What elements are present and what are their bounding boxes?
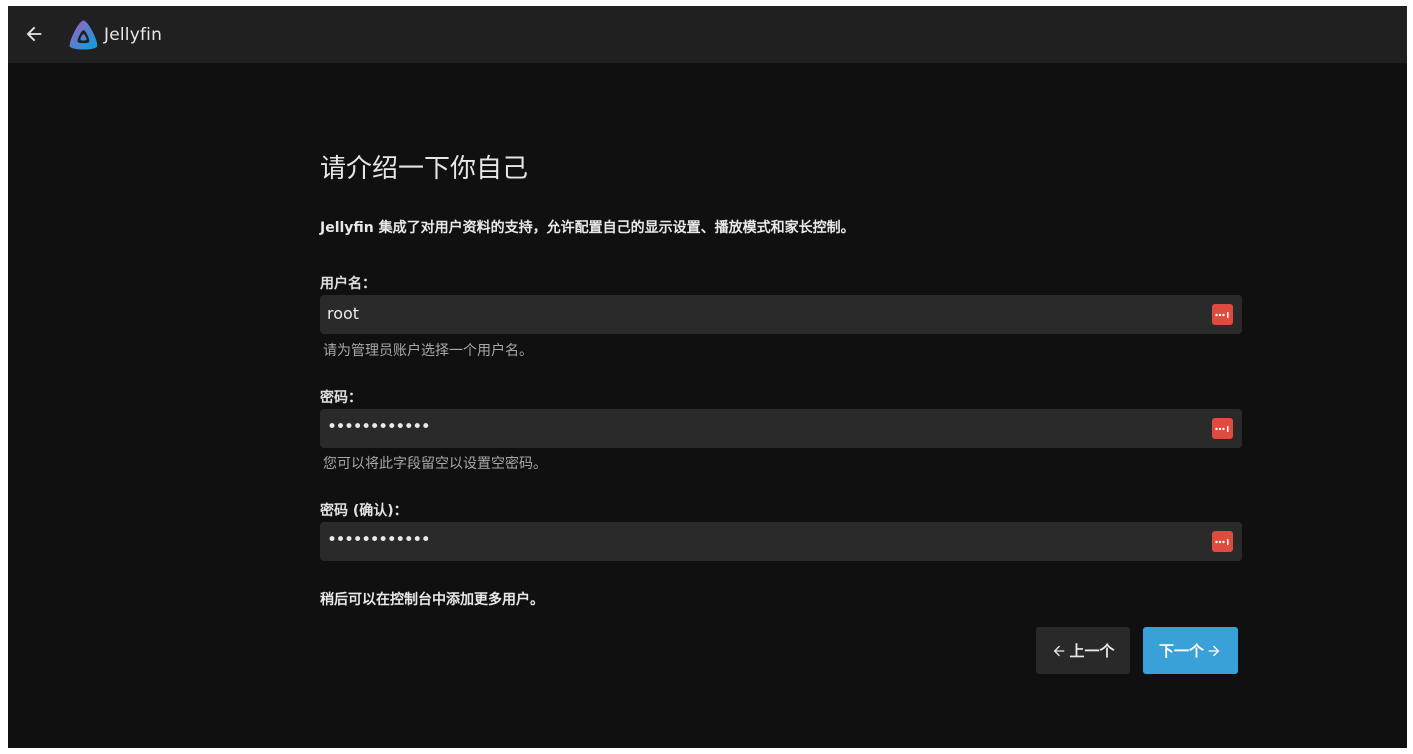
arrow-left-icon (26, 26, 42, 42)
previous-button-label: 上一个 (1069, 642, 1115, 660)
arrow-left-icon (1054, 645, 1065, 656)
password-confirm-value: •••••••••••• (327, 530, 431, 550)
password-manager-icon[interactable] (1212, 418, 1233, 439)
intro-text: Jellyfin 集成了对用户资料的支持，允许配置自己的显示设置、播放模式和家长… (320, 220, 855, 236)
page-title: 请介绍一下你自己 (320, 154, 529, 184)
password-manager-icon[interactable] (1212, 531, 1233, 552)
header-bar: Jellyfin (8, 6, 1407, 63)
jellyfin-logo-icon (69, 20, 98, 50)
next-button-label: 下一个 (1158, 642, 1204, 660)
username-helper: 请为管理员账户选择一个用户名。 (323, 343, 533, 359)
username-value: root (327, 304, 360, 323)
username-label: 用户名： (320, 276, 376, 292)
footnote-text: 稍后可以在控制台中添加更多用户。 (320, 592, 544, 608)
next-button[interactable]: 下一个 (1143, 627, 1238, 674)
arrow-right-icon (1208, 645, 1220, 656)
username-input[interactable]: root (320, 295, 1242, 334)
app-window: Jellyfin 请介绍一下你自己 Jellyfin 集成了对用户资料的支持，允… (8, 6, 1407, 748)
previous-button[interactable]: 上一个 (1036, 627, 1130, 674)
password-input[interactable]: •••••••••••• (320, 409, 1242, 448)
password-label: 密码： (320, 390, 362, 406)
app-logo[interactable]: Jellyfin (67, 19, 162, 51)
password-helper: 您可以将此字段留空以设置空密码。 (323, 456, 547, 472)
password-confirm-input[interactable]: •••••••••••• (320, 522, 1242, 561)
app-name: Jellyfin (104, 25, 163, 45)
password-value: •••••••••••• (327, 417, 431, 437)
password-manager-icon[interactable] (1212, 304, 1233, 325)
password-confirm-label: 密码 (确认)： (320, 503, 408, 519)
back-button[interactable] (20, 20, 48, 48)
